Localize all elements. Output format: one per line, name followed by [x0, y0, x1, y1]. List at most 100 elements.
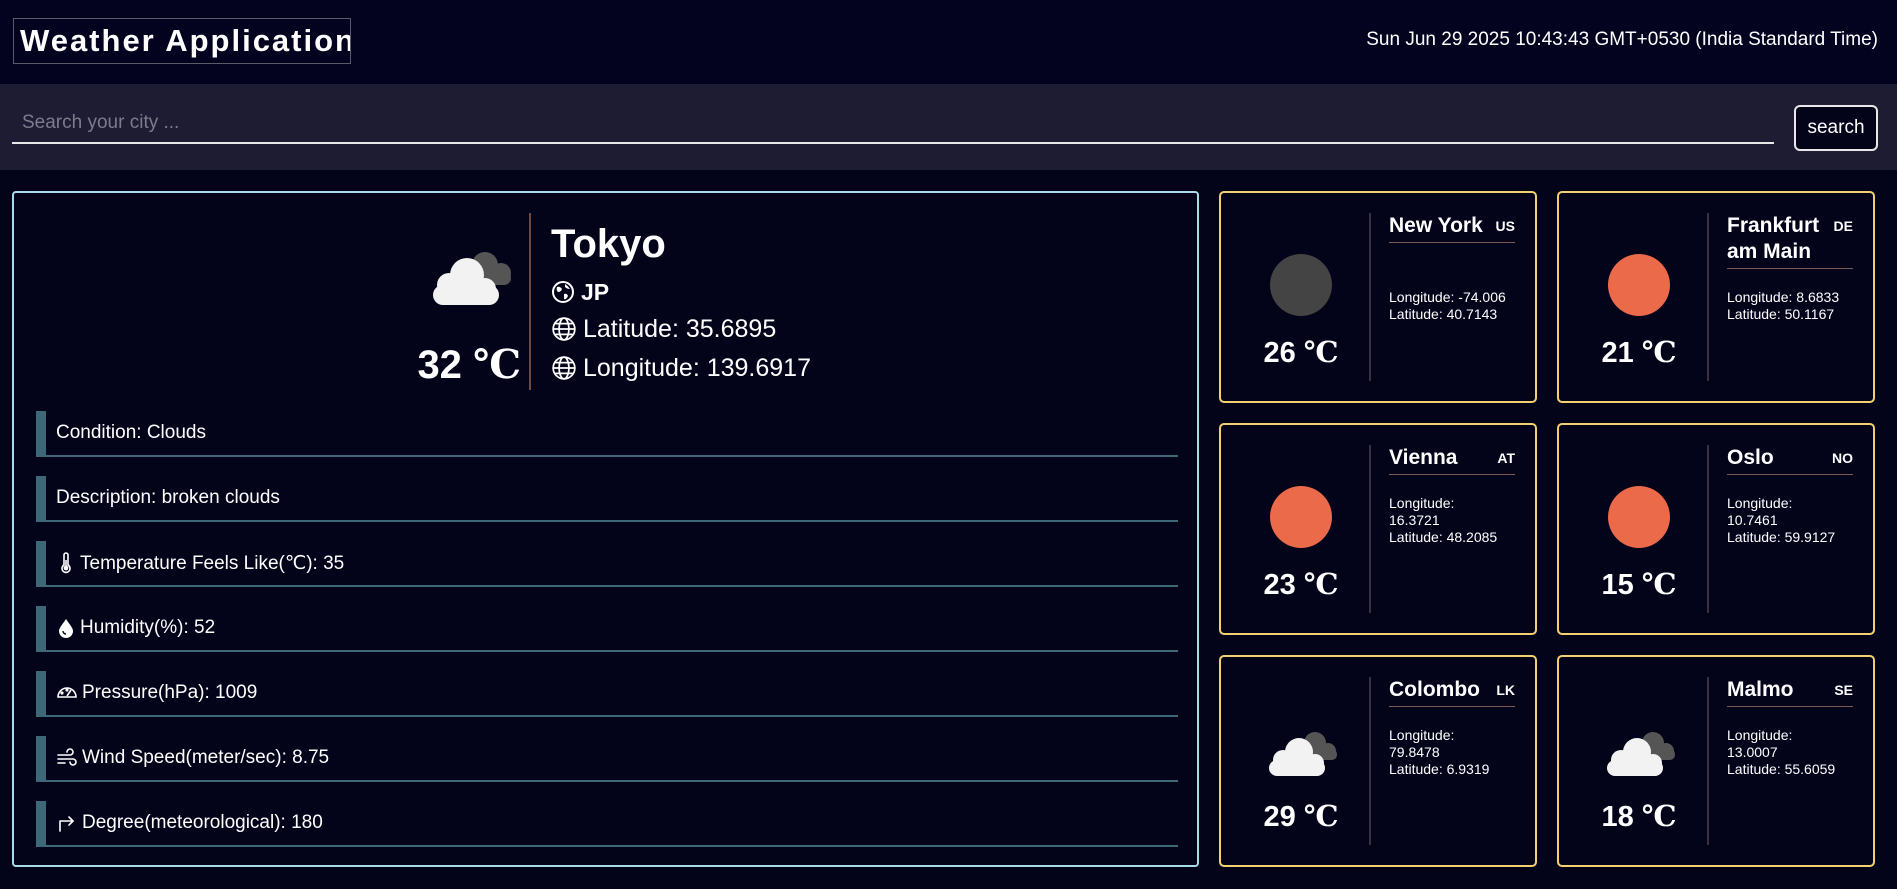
city-temperature: 15 ℃: [1579, 567, 1699, 602]
city-header: Oslo NO: [1727, 445, 1853, 475]
city-name: Malmo: [1727, 678, 1794, 701]
city-longitude: Longitude: -74.006: [1389, 289, 1506, 305]
droplet-icon: [59, 619, 73, 638]
detail-degree: Degree(meteorological): 180: [36, 801, 1178, 847]
detail-text: Description: broken clouds: [56, 487, 280, 508]
app-title[interactable]: Weather Application: [13, 18, 351, 64]
turn-right-arrow-icon: [59, 816, 74, 832]
gauge-icon: [57, 687, 77, 698]
sun-disc: [1608, 254, 1670, 316]
country-code: LK: [1496, 682, 1515, 698]
city-temperature: 26 ℃: [1241, 335, 1361, 370]
country-code: SE: [1834, 682, 1853, 698]
city-header: Frankfurt am Main DE: [1727, 213, 1853, 269]
detail-feels-like: Temperature Feels Like(℃): 35: [36, 541, 1178, 587]
main-latitude: Latitude: 35.6895: [583, 315, 777, 343]
main-temperature-unit: ℃: [473, 341, 521, 388]
city-name: New York: [1389, 214, 1483, 237]
main-divider: [529, 213, 531, 390]
country-code: US: [1495, 218, 1515, 234]
globe-icon: [552, 317, 576, 341]
city-temperature-value: 23: [1263, 569, 1296, 601]
city-longitude: Longitude: 13.0007: [1727, 727, 1793, 760]
city-card-frankfurt[interactable]: 21 ℃ Frankfurt am Main DE Longitude: 8.6…: [1557, 191, 1875, 403]
main-country-row: JP: [551, 277, 609, 307]
moon-disc: [1270, 254, 1332, 316]
sun-icon: [1270, 486, 1332, 548]
city-temperature-unit: ℃: [1641, 567, 1677, 601]
city-card-malmo[interactable]: 18 ℃ Malmo SE Longitude: 13.0007 Latitud…: [1557, 655, 1875, 867]
cloud-icon: [1269, 732, 1337, 776]
city-card-oslo[interactable]: 15 ℃ Oslo NO Longitude: 10.7461 Latitude…: [1557, 423, 1875, 635]
city-temperature: 29 ℃: [1241, 799, 1361, 834]
city-temperature-unit: ℃: [1641, 799, 1677, 833]
main-latitude-row: Latitude: 35.6895: [551, 314, 776, 344]
detail-text: Pressure(hPa): 1009: [82, 682, 258, 703]
city-coordinates: Longitude: 8.6833 Latitude: 50.1167: [1727, 289, 1853, 323]
detail-text: Humidity(%): 52: [80, 617, 216, 638]
city-header: Malmo SE: [1727, 677, 1853, 707]
city-latitude: Latitude: 50.1167: [1727, 306, 1835, 322]
city-latitude: Latitude: 59.9127: [1727, 529, 1836, 545]
city-latitude: Latitude: 40.7143: [1389, 306, 1498, 322]
city-header: New York US: [1389, 213, 1515, 243]
city-longitude: Longitude: 16.3721: [1389, 495, 1455, 528]
main-temperature: 32 ℃: [399, 341, 521, 388]
card-divider: [1369, 677, 1371, 845]
detail-wind-speed: Wind Speed(meter/sec): 8.75: [36, 736, 1178, 782]
city-card-colombo[interactable]: 29 ℃ Colombo LK Longitude: 79.8478 Latit…: [1219, 655, 1537, 867]
wind-icon: [57, 748, 77, 766]
main-weather-card: 32 ℃ Tokyo JP Latitude: 35.6895 Longitud…: [12, 191, 1199, 867]
city-coordinates: Longitude: 16.3721 Latitude: 48.2085: [1389, 495, 1515, 546]
detail-text: Wind Speed(meter/sec): 8.75: [82, 747, 330, 768]
card-divider: [1369, 213, 1371, 381]
city-temperature-unit: ℃: [1641, 335, 1677, 369]
detail-humidity: Humidity(%): 52: [36, 606, 1178, 652]
city-temperature-unit: ℃: [1303, 567, 1339, 601]
city-temperature: 18 ℃: [1579, 799, 1699, 834]
sun-disc: [1270, 486, 1332, 548]
main-longitude: Longitude: 139.6917: [583, 354, 811, 382]
detail-condition: Condition: Clouds: [36, 411, 1178, 457]
cloud-icon: [1607, 732, 1675, 776]
app-header: Weather Application Sun Jun 29 2025 10:4…: [0, 0, 1897, 84]
detail-description: Description: broken clouds: [36, 476, 1178, 522]
city-header: Colombo LK: [1389, 677, 1515, 707]
city-coordinates: Longitude: 13.0007 Latitude: 55.6059: [1727, 727, 1853, 778]
search-bar: search: [0, 84, 1897, 170]
app-title-text: Weather Application: [20, 23, 351, 58]
country-code: AT: [1497, 450, 1515, 466]
country-code: NO: [1832, 450, 1853, 466]
city-card-new-york[interactable]: 26 ℃ New York US Longitude: -74.006 Lati…: [1219, 191, 1537, 403]
detail-text: Temperature Feels Like(℃): 35: [80, 552, 345, 574]
city-name: Frankfurt am Main: [1727, 214, 1820, 263]
city-temperature: 21 ℃: [1579, 335, 1699, 370]
card-divider: [1707, 445, 1709, 613]
city-header: Vienna AT: [1389, 445, 1515, 475]
city-temperature-value: 18: [1601, 801, 1634, 833]
city-search-input[interactable]: [12, 104, 1774, 144]
thermometer-icon: [61, 552, 71, 574]
city-coordinates: Longitude: 10.7461 Latitude: 59.9127: [1727, 495, 1853, 546]
cloud-icon: [433, 252, 511, 305]
city-name: Oslo: [1727, 446, 1774, 469]
globe-icon: [552, 356, 576, 380]
card-divider: [1707, 677, 1709, 845]
detail-pressure: Pressure(hPa): 1009: [36, 671, 1178, 717]
main-city-name: Tokyo: [551, 222, 666, 266]
detail-text: Condition: Clouds: [56, 422, 206, 443]
sun-icon: [1608, 486, 1670, 548]
city-temperature: 23 ℃: [1241, 567, 1361, 602]
city-latitude: Latitude: 6.9319: [1389, 761, 1490, 777]
city-temperature-value: 21: [1601, 337, 1634, 369]
main-country-code: JP: [581, 279, 610, 305]
sun-icon: [1608, 254, 1670, 316]
city-temperature-unit: ℃: [1303, 799, 1339, 833]
city-longitude: Longitude: 10.7461: [1727, 495, 1793, 528]
search-button[interactable]: search: [1794, 105, 1878, 151]
globe-americas-icon: [552, 281, 574, 303]
main-temperature-value: 32: [417, 343, 462, 387]
detail-text: Degree(meteorological): 180: [82, 812, 323, 833]
city-name: Vienna: [1389, 446, 1458, 469]
city-card-vienna[interactable]: 23 ℃ Vienna AT Longitude: 16.3721 Latitu…: [1219, 423, 1537, 635]
